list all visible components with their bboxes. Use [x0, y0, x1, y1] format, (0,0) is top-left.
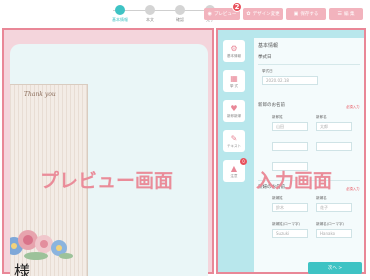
step-3[interactable]: 確認: [165, 5, 195, 23]
label-groom-last: 新郎姓: [272, 115, 283, 119]
palette-icon: ✿: [246, 11, 251, 17]
notice-badge: 0: [240, 158, 247, 165]
app-window: 基本情報 本文 確認 完了 ◉ プレビュー 2 ✿ デザイン変更 ▣: [0, 0, 370, 280]
groom-first-input[interactable]: 太郎: [316, 122, 352, 131]
alert-icon: ▲: [230, 163, 238, 173]
side-item-label: 基本情報: [227, 53, 241, 58]
preview-canvas: Thank you 様: [10, 44, 208, 276]
required-mark: 必須入力: [346, 105, 360, 109]
bride-first-roman-input[interactable]: Hanako: [316, 229, 352, 238]
input-panel: ⚙ 基本情報 ▦ 挙 式 ♥ 新郎新婦 ✎ テキスト 0 ▲ 注意 基本情報 挙…: [216, 28, 366, 274]
preview-button-label: プレビュー: [213, 12, 237, 17]
side-item-label: テキスト: [227, 143, 241, 148]
menu-button-label: 編 集: [344, 12, 355, 17]
design-change-label: デザイン変更: [252, 12, 280, 17]
label-ceremony-date: 挙式日: [258, 55, 272, 60]
label-groom-first: 新郎名: [316, 115, 327, 119]
design-change-button[interactable]: ✿ デザイン変更: [243, 8, 283, 20]
calendar-icon: ▦: [230, 73, 238, 83]
next-button-label: 次へ: [327, 266, 337, 271]
step-dot: [115, 5, 125, 15]
bride-first-input[interactable]: 花子: [316, 203, 352, 212]
preview-panel: Thank you 様 プレビュー画面: [2, 28, 214, 276]
divider: [258, 64, 360, 65]
guest-name-suffix: 様: [14, 262, 31, 276]
top-bar: 基本情報 本文 確認 完了 ◉ プレビュー 2 ✿ デザイン変更 ▣: [0, 0, 370, 26]
label-bride-last: 新婦姓: [272, 196, 283, 200]
menu-icon: ☰: [337, 11, 343, 17]
label-bride-roman-first: 新婦名(ローマ字): [316, 222, 344, 226]
groom-first-roman-input[interactable]: [316, 142, 352, 151]
groom-last-roman-input[interactable]: [272, 142, 308, 151]
step-1[interactable]: 基本情報: [105, 5, 135, 23]
input-form: 基本情報 挙式日 挙式日 2020.02.18 新郎のお名前 必須入力 新郎姓 …: [254, 38, 364, 274]
label-bride-first: 新婦名: [316, 196, 327, 200]
bride-last-input[interactable]: 鈴木: [272, 203, 308, 212]
save-button-label: 保存する: [300, 12, 319, 17]
side-item-text[interactable]: ✎ テキスト: [223, 130, 245, 152]
chevron-right-icon: >: [336, 265, 343, 271]
side-item-label: 注意: [230, 173, 238, 178]
side-item-label: 挙 式: [229, 83, 239, 88]
step-2[interactable]: 本文: [135, 5, 165, 23]
groom-last-input[interactable]: 山田: [272, 122, 308, 131]
section-title-groom: 新郎のお名前: [258, 103, 285, 108]
side-item-ceremony[interactable]: ▦ 挙 式: [223, 70, 245, 92]
side-item-notice[interactable]: 0 ▲ 注意: [223, 158, 247, 182]
step-dot: [175, 5, 185, 15]
step-label: 基本情報: [112, 17, 128, 22]
date-input[interactable]: 2020.02.18: [262, 76, 318, 85]
notification-badge: 2: [232, 2, 242, 12]
step-label: 本文: [146, 17, 154, 22]
flower-decoration: [10, 230, 73, 260]
side-menu: ⚙ 基本情報 ▦ 挙 式 ♥ 新郎新婦 ✎ テキスト 0 ▲ 注意: [223, 40, 249, 190]
step-label: 確認: [176, 17, 184, 22]
required-mark: 必須入力: [346, 187, 360, 191]
label-bride-roman-last: 新婦姓(ローマ字): [272, 222, 300, 226]
input-overlay-label: 入力画面: [256, 170, 333, 192]
section-title-basic: 基本情報: [258, 43, 279, 49]
bride-last-roman-input[interactable]: Suzuki: [272, 229, 308, 238]
next-button[interactable]: 次へ >: [308, 262, 362, 274]
side-item-basic[interactable]: ⚙ 基本情報: [223, 40, 245, 62]
gear-icon: ⚙: [230, 43, 238, 53]
menu-button[interactable]: ☰ 編 集: [329, 8, 363, 20]
label-date: 挙式日: [262, 69, 273, 73]
save-button[interactable]: ▣ 保存する: [286, 8, 326, 20]
thanks-text: Thank you: [24, 91, 56, 98]
step-dot: [145, 5, 155, 15]
people-icon: ♥: [230, 103, 238, 113]
preview-overlay-label: プレビュー画面: [40, 170, 174, 192]
save-icon: ▣: [293, 11, 299, 17]
side-item-label: 新郎新婦: [227, 113, 241, 118]
text-icon: ✎: [230, 133, 238, 143]
eye-icon: ◉: [207, 11, 212, 17]
side-item-couple[interactable]: ♥ 新郎新婦: [223, 100, 245, 122]
